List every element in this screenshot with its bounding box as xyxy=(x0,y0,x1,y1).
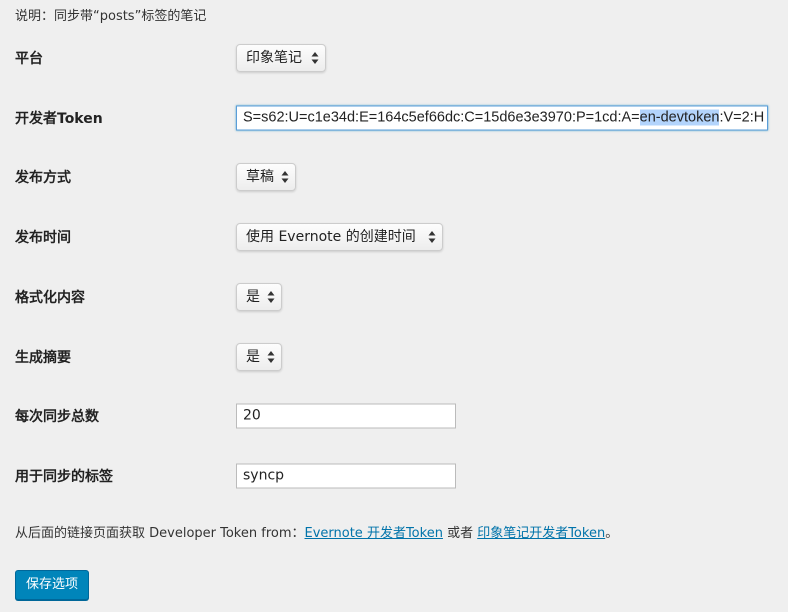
sync-tag-input[interactable]: syncp xyxy=(236,463,456,489)
token-value-selected: en-devtoken xyxy=(639,109,720,126)
save-options-button[interactable]: 保存选项 xyxy=(15,570,89,600)
publish-time-select-value: 使用 Evernote 的创建时间 xyxy=(246,229,416,245)
token-value-before: S=s62:U=c1e34d:E=164c5ef66dc:C=15d6e3e39… xyxy=(243,109,640,126)
row-gen-excerpt: 生成摘要 是 xyxy=(0,337,788,377)
updown-arrows-icon xyxy=(267,290,275,304)
evernote-token-link[interactable]: Evernote 开发者Token xyxy=(305,526,443,541)
token-label: 开发者Token xyxy=(15,111,103,127)
row-publish-mode: 发布方式 草稿 xyxy=(0,157,788,197)
gen-excerpt-select-value: 是 xyxy=(246,349,260,365)
yinxiang-token-link[interactable]: 印象笔记开发者Token xyxy=(477,526,605,541)
token-input[interactable]: S=s62:U=c1e34d:E=164c5ef66dc:C=15d6e3e39… xyxy=(236,105,768,131)
row-sync-total: 每次同步总数 20 xyxy=(0,396,788,436)
platform-label: 平台 xyxy=(15,51,43,67)
row-sync-tag: 用于同步的标签 syncp xyxy=(0,456,788,496)
row-platform: 平台 印象笔记 xyxy=(0,38,788,78)
format-content-label: 格式化内容 xyxy=(15,290,85,306)
publish-mode-select-value: 草稿 xyxy=(246,169,274,185)
token-help-suffix: 。 xyxy=(605,526,619,541)
token-help-middle: 或者 xyxy=(442,526,478,541)
publish-mode-select[interactable]: 草稿 xyxy=(236,163,296,191)
updown-arrows-icon xyxy=(281,170,289,184)
updown-arrows-icon xyxy=(267,350,275,364)
token-help-prefix: 从后面的链接页面获取 Developer Token from： xyxy=(15,526,305,541)
platform-select-value: 印象笔记 xyxy=(246,50,302,66)
sync-tag-label: 用于同步的标签 xyxy=(15,469,113,485)
row-format-content: 格式化内容 是 xyxy=(0,277,788,317)
sync-total-label: 每次同步总数 xyxy=(15,409,99,425)
platform-select[interactable]: 印象笔记 xyxy=(236,44,326,72)
publish-time-label: 发布时间 xyxy=(15,230,71,246)
settings-note: 说明：同步带“posts”标签的笔记 xyxy=(15,9,207,24)
format-content-select[interactable]: 是 xyxy=(236,283,282,311)
publish-mode-label: 发布方式 xyxy=(15,170,71,186)
row-token: 开发者Token S=s62:U=c1e34d:E=164c5ef66dc:C=… xyxy=(0,98,788,138)
updown-arrows-icon xyxy=(428,230,436,244)
sync-total-input[interactable]: 20 xyxy=(236,403,456,429)
publish-time-select[interactable]: 使用 Evernote 的创建时间 xyxy=(236,223,443,251)
gen-excerpt-select[interactable]: 是 xyxy=(236,343,282,371)
format-content-select-value: 是 xyxy=(246,289,260,305)
token-value-after: :V=2:H xyxy=(719,109,765,126)
token-help-text: 从后面的链接页面获取 Developer Token from：Evernote… xyxy=(15,522,618,541)
updown-arrows-icon xyxy=(311,51,319,65)
gen-excerpt-label: 生成摘要 xyxy=(15,350,71,366)
row-publish-time: 发布时间 使用 Evernote 的创建时间 xyxy=(0,217,788,257)
